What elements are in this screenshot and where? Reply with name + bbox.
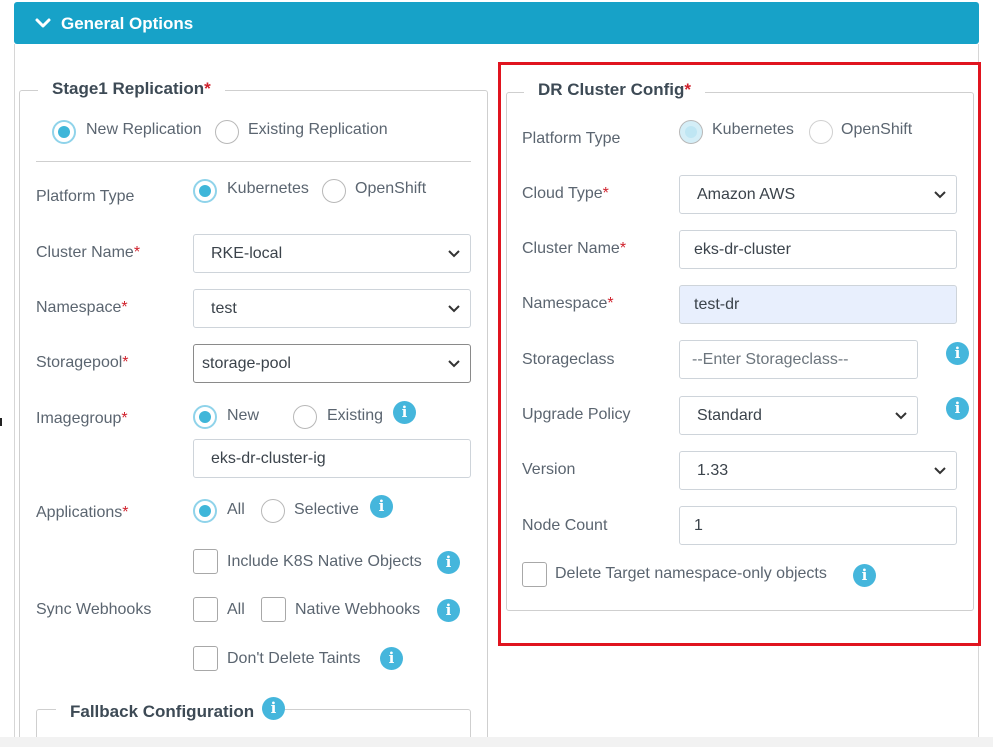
openshift-label[interactable]: OpenShift [355, 180, 426, 198]
info-icon[interactable]: i [370, 495, 393, 518]
applications-all-radio[interactable] [193, 499, 217, 523]
cluster-name-value: RKE-local [211, 245, 283, 262]
kubernetes-label[interactable]: Kubernetes [227, 180, 309, 198]
applications-all-label[interactable]: All [227, 501, 245, 519]
native-webhooks-label[interactable]: Native Webhooks [295, 601, 420, 619]
highlight-box [498, 62, 981, 646]
info-icon[interactable]: i [262, 697, 285, 720]
new-replication-label[interactable]: New Replication [86, 121, 202, 139]
kubernetes-radio[interactable] [193, 179, 217, 203]
namespace-text: Namespace [36, 299, 122, 316]
page-footer-band [0, 737, 993, 747]
storagepool-value: storage-pool [202, 355, 291, 372]
sync-webhooks-label: Sync Webhooks [36, 601, 152, 618]
chevron-down-icon [448, 360, 460, 368]
cluster-name-text: Cluster Name [36, 244, 134, 261]
edge-marker [0, 418, 2, 426]
applications-selective-radio[interactable] [261, 499, 285, 523]
stage1-title: Stage1 Replication [52, 79, 205, 98]
required-mark: * [133, 244, 141, 261]
imagegroup-existing-label[interactable]: Existing [327, 407, 383, 425]
required-mark: * [204, 79, 211, 98]
imagegroup-new-radio[interactable] [193, 405, 217, 429]
openshift-radio[interactable] [322, 179, 346, 203]
namespace-value: test [211, 300, 237, 317]
required-mark: * [122, 504, 129, 521]
required-mark: * [122, 354, 129, 371]
existing-replication-label[interactable]: Existing Replication [248, 121, 388, 139]
cluster-name-select[interactable]: RKE-local [193, 234, 471, 273]
dont-delete-taints-checkbox[interactable] [193, 646, 218, 671]
imagegroup-label: Imagegroup* [36, 410, 128, 428]
existing-replication-radio[interactable] [215, 120, 239, 144]
info-icon[interactable]: i [437, 599, 460, 622]
general-options-header[interactable]: General Options [14, 2, 979, 44]
info-icon[interactable]: i [393, 401, 416, 424]
fallback-title: Fallback Configuration [70, 702, 255, 721]
cluster-name-label: Cluster Name* [36, 244, 140, 262]
imagegroup-new-label[interactable]: New [227, 407, 259, 425]
platform-type-label: Platform Type [36, 188, 135, 205]
storagepool-label: Storagepool* [36, 354, 129, 372]
applications-text: Applications [36, 504, 123, 521]
applications-selective-label[interactable]: Selective [294, 501, 359, 519]
section-title: General Options [61, 14, 194, 33]
info-icon[interactable]: i [437, 551, 460, 574]
include-k8s-native-label[interactable]: Include K8S Native Objects [227, 553, 422, 571]
imagegroup-value: eks-dr-cluster-ig [211, 450, 326, 467]
fallback-legend: Fallback Configuration [56, 702, 263, 722]
storagepool-text: Storagepool [36, 354, 123, 371]
namespace-label: Namespace* [36, 299, 128, 317]
applications-label: Applications* [36, 504, 129, 522]
native-webhooks-checkbox[interactable] [261, 597, 286, 622]
required-mark: * [121, 299, 128, 316]
imagegroup-text: Imagegroup [36, 410, 122, 427]
chevron-down-icon [35, 18, 51, 28]
imagegroup-input[interactable]: eks-dr-cluster-ig [193, 439, 471, 478]
namespace-select[interactable]: test [193, 289, 471, 328]
required-mark: * [121, 410, 128, 427]
chevron-down-icon [448, 250, 460, 258]
sync-webhooks-all-checkbox[interactable] [193, 597, 218, 622]
imagegroup-existing-radio[interactable] [293, 405, 317, 429]
new-replication-radio[interactable] [52, 120, 76, 144]
include-k8s-native-checkbox[interactable] [193, 549, 218, 574]
divider [36, 161, 471, 162]
storagepool-select[interactable]: storage-pool [193, 344, 471, 383]
info-icon[interactable]: i [380, 647, 403, 670]
stage1-legend: Stage1 Replication* [38, 79, 225, 99]
chevron-down-icon [448, 305, 460, 313]
dont-delete-taints-label[interactable]: Don't Delete Taints [227, 650, 361, 668]
sync-webhooks-all-label[interactable]: All [227, 601, 245, 619]
